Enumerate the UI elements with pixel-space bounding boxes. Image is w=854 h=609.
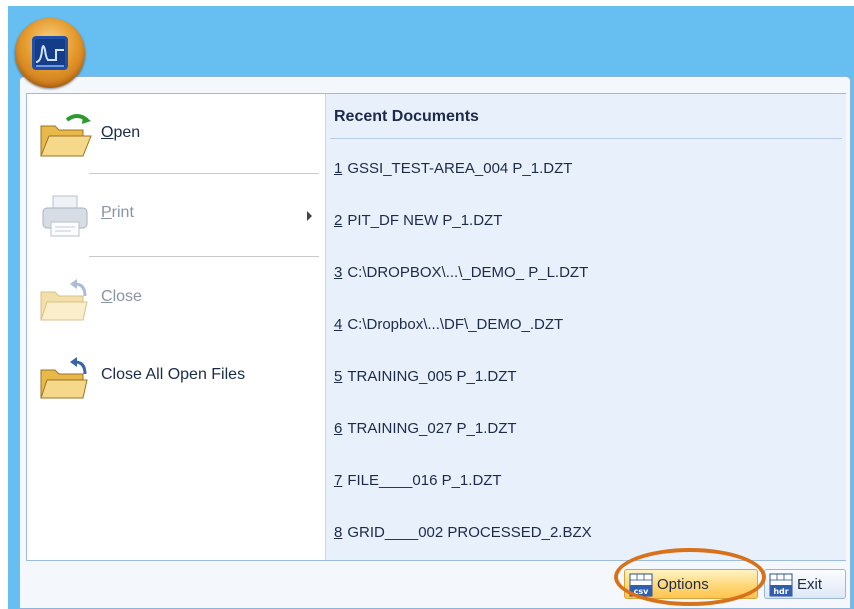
recent-doc-item[interactable]: 8 GRID____002 PROCESSED_2.BZX <box>334 524 834 546</box>
exit-button[interactable]: hdr Exit <box>764 569 846 599</box>
hdr-icon: hdr <box>769 573 793 597</box>
separator <box>89 256 319 257</box>
recent-documents-pane: Recent Documents 1 GSSI_TEST-AREA_004 P_1… <box>325 94 846 560</box>
close-accelerator: C <box>101 288 113 305</box>
print-accelerator: P <box>101 204 112 221</box>
recent-doc-item[interactable]: 4 C:\Dropbox\...\DF\_DEMO_.DZT <box>334 316 834 338</box>
options-button[interactable]: csv Options <box>624 569 758 599</box>
print-label: rint <box>111 204 134 221</box>
application-menu: Open Print Close Close All Open Files Re… <box>19 76 851 609</box>
csv-icon: csv <box>629 573 653 597</box>
close-command[interactable]: Close <box>27 268 325 332</box>
printer-icon <box>42 195 88 237</box>
application-menu-button[interactable] <box>15 18 85 88</box>
close-folder-icon <box>40 279 88 321</box>
submenu-arrow-icon <box>307 211 312 221</box>
open-accelerator: O <box>101 124 114 141</box>
svg-text:csv: csv <box>634 587 650 596</box>
recent-doc-item[interactable]: 2 PIT_DF NEW P_1.DZT <box>334 212 834 234</box>
close-all-folder-icon <box>40 357 88 399</box>
recent-documents-title: Recent Documents <box>334 108 479 125</box>
open-folder-icon <box>40 114 92 157</box>
recent-doc-item[interactable]: 3 C:\DROPBOX\...\_DEMO_ P_L.DZT <box>334 264 834 286</box>
menu-content: Open Print Close Close All Open Files Re… <box>26 93 846 561</box>
commands-pane: Open Print Close Close All Open Files <box>27 94 325 560</box>
options-label: Options <box>657 576 709 593</box>
separator <box>330 138 842 139</box>
open-command[interactable]: Open <box>27 104 325 168</box>
close-all-command[interactable]: Close All Open Files <box>27 346 325 410</box>
close-label: lose <box>112 288 142 305</box>
recent-doc-item[interactable]: 6 TRAINING_027 P_1.DZT <box>334 420 834 442</box>
recent-doc-item[interactable]: 1 GSSI_TEST-AREA_004 P_1.DZT <box>334 160 834 182</box>
recent-doc-item[interactable]: 5 TRAINING_005 P_1.DZT <box>334 368 834 390</box>
separator <box>89 173 319 174</box>
svg-text:hdr: hdr <box>773 587 788 596</box>
app-logo-icon <box>32 36 68 70</box>
recent-doc-item[interactable]: 7 FILE____016 P_1.DZT <box>334 472 834 494</box>
open-label: pen <box>113 124 141 141</box>
print-command[interactable]: Print <box>27 184 325 248</box>
close-all-label: Close All Open Files <box>101 366 246 383</box>
exit-label: Exit <box>797 576 823 593</box>
